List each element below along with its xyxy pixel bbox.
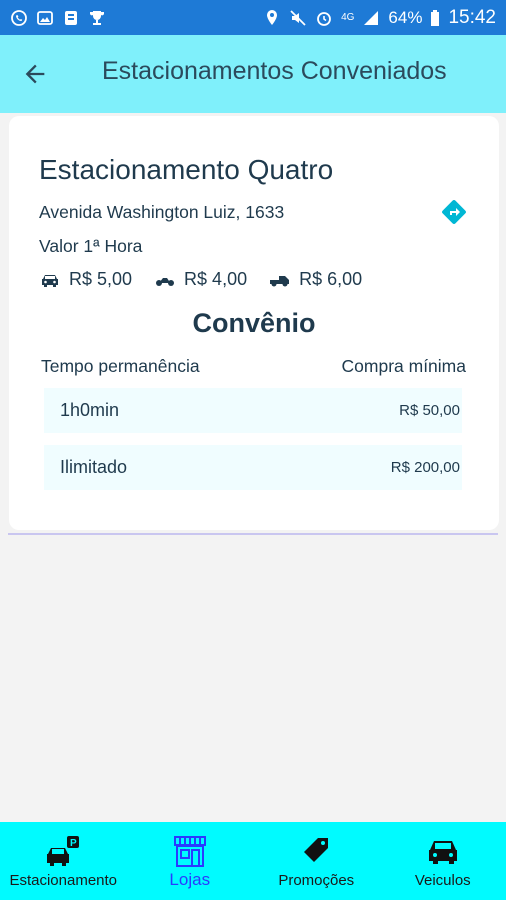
nav-item-estacionamento[interactable]: P Estacionamento xyxy=(0,822,127,900)
arrow-left-icon xyxy=(25,64,45,84)
price-motorcycle-value: R$ 4,00 xyxy=(184,269,248,289)
status-bar: 4G 64% 15:42 xyxy=(0,0,506,35)
price-car: R$ 5,00 xyxy=(39,269,132,290)
parking-name: Estacionamento Quatro xyxy=(39,154,334,185)
motorcycle-icon xyxy=(156,277,175,286)
gallery-icon xyxy=(36,9,54,27)
app-notification-icon xyxy=(62,9,80,27)
divider xyxy=(8,533,498,535)
battery-icon xyxy=(430,9,440,27)
network-type: 4G xyxy=(341,12,355,23)
convenio-row: Ilimitado R$ 200,00 xyxy=(44,445,462,490)
page-title: Estacionamentos Conveniados xyxy=(102,57,447,85)
tag-icon xyxy=(304,838,329,862)
convenio-tempo: Ilimitado xyxy=(60,457,128,477)
clock: 15:42 xyxy=(448,6,496,28)
nav-item-veiculos[interactable]: Veiculos xyxy=(380,822,506,900)
price-motorcycle: R$ 4,00 xyxy=(154,269,247,290)
nav-item-lojas[interactable]: Lojas xyxy=(127,822,254,900)
alarm-icon xyxy=(315,9,333,27)
nav-label: Lojas xyxy=(169,870,211,889)
bottom-nav: P Estacionamento Lojas Promoções Veiculo xyxy=(0,822,506,900)
convenio-compra: R$ 200,00 xyxy=(390,459,460,476)
mute-icon xyxy=(289,9,307,27)
directions-icon xyxy=(442,200,466,224)
column-header-compra: Compra mínima xyxy=(341,356,466,376)
price-pickup: R$ 6,00 xyxy=(269,269,362,290)
convenio-tempo: 1h0min xyxy=(60,400,120,420)
location-icon xyxy=(263,9,281,27)
svg-text:P: P xyxy=(70,838,77,849)
directions-button[interactable] xyxy=(440,198,468,226)
battery-percent: 64% xyxy=(388,7,423,27)
notification-icons xyxy=(10,9,106,27)
car-icon xyxy=(42,274,58,287)
convenio-compra: R$ 50,00 xyxy=(399,402,460,419)
parking-car-icon: P xyxy=(47,836,80,866)
convenio-title: Convênio xyxy=(192,308,316,338)
nav-label: Veiculos xyxy=(414,872,471,889)
nav-label: Promoções xyxy=(278,872,355,889)
nav-item-promocoes[interactable]: Promoções xyxy=(253,822,380,900)
nav-label: Estacionamento xyxy=(9,872,118,889)
parking-card: Estacionamento Quatro Avenida Washington… xyxy=(9,116,499,530)
price-pickup-value: R$ 6,00 xyxy=(299,269,363,289)
price-row: R$ 5,00 R$ 4,00 R$ 6,00 xyxy=(39,269,384,290)
column-header-tempo: Tempo permanência xyxy=(41,356,200,376)
parking-address: Avenida Washington Luiz, 1633 xyxy=(39,202,285,222)
convenio-row: 1h0min R$ 50,00 xyxy=(44,388,462,433)
trophy-icon xyxy=(88,9,106,27)
back-button[interactable] xyxy=(18,57,52,91)
car-icon xyxy=(428,841,457,864)
system-icons: 4G 64% 15:42 xyxy=(263,7,496,29)
store-icon xyxy=(173,836,206,867)
price-car-value: R$ 5,00 xyxy=(69,269,133,289)
pickup-truck-icon xyxy=(270,275,290,286)
app-bar: Estacionamentos Conveniados xyxy=(0,35,506,113)
first-hour-label: Valor 1ª Hora xyxy=(39,236,143,256)
whatsapp-icon xyxy=(10,9,28,27)
signal-icon xyxy=(362,9,380,27)
